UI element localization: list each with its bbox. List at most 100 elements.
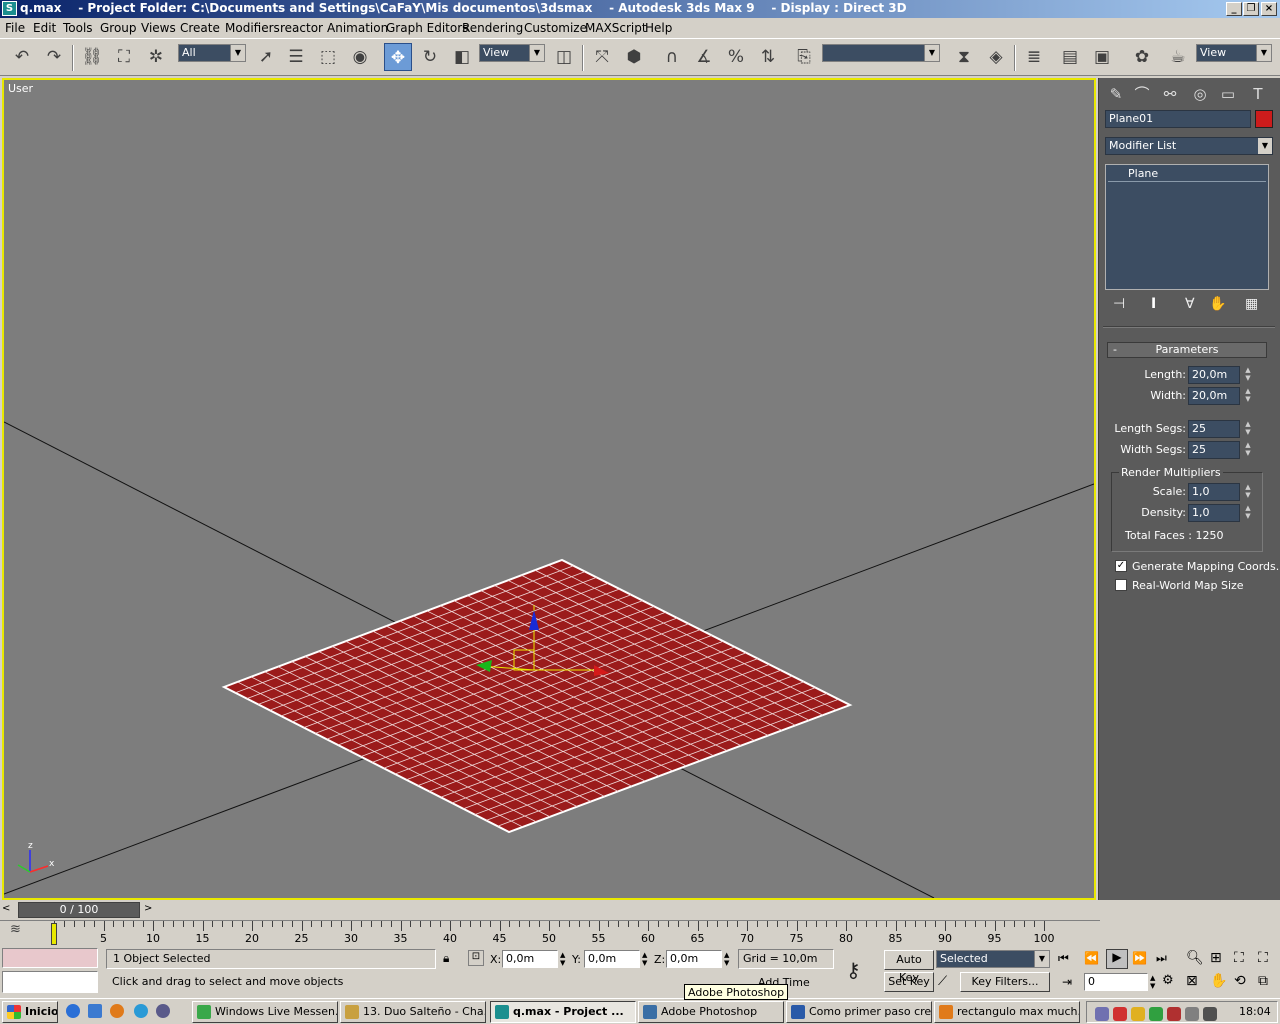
current-frame-marker[interactable] [51, 923, 57, 945]
width-segs-field[interactable]: 25 [1188, 441, 1240, 459]
rectangular-selection-icon[interactable]: ⬚ [314, 43, 342, 71]
remove-modifier-icon[interactable]: ✋ [1209, 296, 1226, 312]
restore-button[interactable]: ❐ [1243, 2, 1259, 16]
lock-selection-icon[interactable]: 🔒︎ [443, 951, 449, 966]
modify-tab-icon[interactable]: ⌒ [1129, 82, 1155, 106]
select-and-move-icon[interactable]: ✥ [384, 43, 412, 71]
spinner-snap-icon[interactable]: ⇅ [754, 43, 782, 71]
field-of-view-icon[interactable]: ⊠ [1186, 973, 1198, 989]
maxscript-listener-mini[interactable] [2, 948, 98, 968]
set-keys-key-icon[interactable]: ⚷ [846, 958, 861, 982]
select-by-name-icon[interactable]: ☰ [282, 43, 310, 71]
menu-animation[interactable]: Animation [327, 21, 388, 35]
parameters-rollout-header[interactable]: - Parameters [1107, 342, 1267, 358]
render-scene-icon[interactable]: ☕ [1164, 43, 1192, 71]
display-tab-icon[interactable]: ▭ [1215, 82, 1241, 106]
select-and-manipulate-icon[interactable]: ⤧ [588, 43, 616, 71]
select-and-rotate-icon[interactable]: ↻ [416, 43, 444, 71]
select-object-icon[interactable]: ➚ [252, 43, 280, 71]
alert-icon[interactable] [1131, 1007, 1145, 1021]
select-and-link-icon[interactable]: ⛓ [78, 43, 106, 71]
current-frame-spinner[interactable]: ▲ ▼ [1150, 974, 1155, 990]
show-end-result-icon[interactable]: I [1151, 296, 1156, 312]
time-slider-thumb[interactable]: 0 / 100 [18, 902, 140, 918]
key-filters-button[interactable]: Key Filters... [960, 972, 1050, 992]
y-coord-field[interactable]: 0,0m [584, 950, 640, 968]
curve-editor-icon[interactable]: ▤ [1056, 43, 1084, 71]
length-spinner[interactable]: ▲ ▼ [1243, 366, 1253, 384]
start-button[interactable]: Inicio [2, 1001, 58, 1023]
configure-modifier-sets-icon[interactable]: ▦ [1245, 296, 1258, 312]
menu-help[interactable]: Help [645, 21, 672, 35]
arc-rotate-icon[interactable]: ⟲ [1234, 973, 1246, 989]
stack-item-plane[interactable]: Plane [1108, 167, 1266, 182]
motion-tab-icon[interactable]: ◎ [1187, 82, 1213, 106]
default-in-out-tangent-icon[interactable]: ⟋ [938, 974, 947, 989]
x-coord-field[interactable]: 0,0m [502, 950, 558, 968]
make-unique-icon[interactable]: ∀ [1185, 296, 1195, 312]
length-segs-spinner[interactable]: ▲ ▼ [1243, 420, 1253, 438]
align-icon[interactable]: ◈ [982, 43, 1010, 71]
scale-spinner[interactable]: ▲ ▼ [1243, 483, 1253, 501]
create-tab-icon[interactable]: ✎ [1103, 82, 1129, 106]
quick-launch-icon[interactable] [134, 1004, 148, 1018]
material-editor-icon[interactable]: ✿ [1128, 43, 1156, 71]
minimize-button[interactable]: _ [1226, 2, 1242, 16]
z-coord-spinner[interactable]: ▲ ▼ [724, 951, 729, 967]
real-world-map-size-checkbox[interactable] [1115, 579, 1127, 591]
media-player-icon[interactable] [156, 1004, 170, 1018]
close-button[interactable]: × [1261, 2, 1277, 16]
menu-create[interactable]: Create [180, 21, 220, 35]
menu-reactor[interactable]: reactor [280, 21, 323, 35]
key-mode-dropdown[interactable]: Selected ▼ [936, 950, 1050, 968]
task-adobe-photoshop[interactable]: Adobe Photoshop [638, 1001, 784, 1023]
task-3dsmax[interactable]: q.max - Project ... [490, 1001, 636, 1023]
go-to-start-icon[interactable]: ⏮ [1058, 951, 1069, 966]
menu-graph-editors[interactable]: Graph Editors [386, 21, 468, 35]
generate-mapping-checkbox[interactable]: ✓ [1115, 560, 1127, 572]
width-field[interactable]: 20,0m [1188, 387, 1240, 405]
unlink-selection-icon[interactable]: ⛶ [110, 43, 138, 71]
menu-file[interactable]: File [5, 21, 25, 35]
pivot-center-icon[interactable]: ◫ [550, 43, 578, 71]
menu-modifiers[interactable]: Modifiers [225, 21, 280, 35]
menu-tools[interactable]: Tools [63, 21, 93, 35]
redo-icon[interactable]: ↷ [40, 43, 68, 71]
task-firefox[interactable]: rectangulo max much... [934, 1001, 1080, 1023]
task-word-document[interactable]: Como primer paso cre... [786, 1001, 932, 1023]
reference-coord-dropdown[interactable]: View ▼ [479, 44, 545, 62]
absolute-mode-icon[interactable]: ⊡ [468, 950, 484, 966]
go-to-end-icon[interactable]: ⏭ [1156, 951, 1167, 966]
layer-manager-icon[interactable]: ≣ [1020, 43, 1048, 71]
task-windows-live-messenger[interactable]: Windows Live Messen... [192, 1001, 338, 1023]
time-slider[interactable]: < 0 / 100 > [0, 902, 1096, 918]
current-frame-field[interactable]: 0 [1084, 973, 1148, 991]
select-and-scale-icon[interactable]: ◧ [448, 43, 476, 71]
security-icon[interactable] [1167, 1007, 1181, 1021]
schematic-view-icon[interactable]: ▣ [1088, 43, 1116, 71]
render-type-dropdown[interactable]: View ▼ [1196, 44, 1272, 62]
auto-key-button[interactable]: Auto Key [884, 950, 934, 984]
modifier-list-dropdown[interactable]: Modifier List ▼ [1105, 137, 1273, 155]
edit-named-selection-icon[interactable]: ⎘ [790, 43, 818, 71]
zoom-all-icon[interactable]: ⊞ [1210, 950, 1222, 966]
perspective-viewport[interactable]: User z x [2, 78, 1096, 900]
width-spinner[interactable]: ▲ ▼ [1243, 387, 1253, 405]
utilities-tab-icon[interactable]: T [1245, 82, 1271, 106]
undo-icon[interactable]: ↶ [8, 43, 36, 71]
chevron-left-icon[interactable]: < [2, 903, 10, 914]
bind-to-space-warp-icon[interactable]: ✲ [142, 43, 170, 71]
snaps-toggle-icon[interactable]: ∩ [658, 43, 686, 71]
angle-snap-icon[interactable]: ∡ [690, 43, 718, 71]
curve-editor-mini-icon[interactable]: ≋ [10, 922, 30, 942]
internet-explorer-icon[interactable] [66, 1004, 80, 1018]
previous-frame-icon[interactable]: ⏪ [1084, 951, 1099, 965]
selection-filter-dropdown[interactable]: All ▼ [178, 44, 246, 62]
show-desktop-icon[interactable] [88, 1004, 102, 1018]
network-icon[interactable] [1095, 1007, 1109, 1021]
menu-maxscript[interactable]: MAXScript [585, 21, 647, 35]
usb-icon[interactable] [1203, 1007, 1217, 1021]
zoom-extents-all-icon[interactable]: ⛶ [1258, 950, 1268, 966]
maxscript-input-mini[interactable] [2, 971, 98, 993]
named-selection-dropdown[interactable]: ▼ [822, 44, 940, 62]
